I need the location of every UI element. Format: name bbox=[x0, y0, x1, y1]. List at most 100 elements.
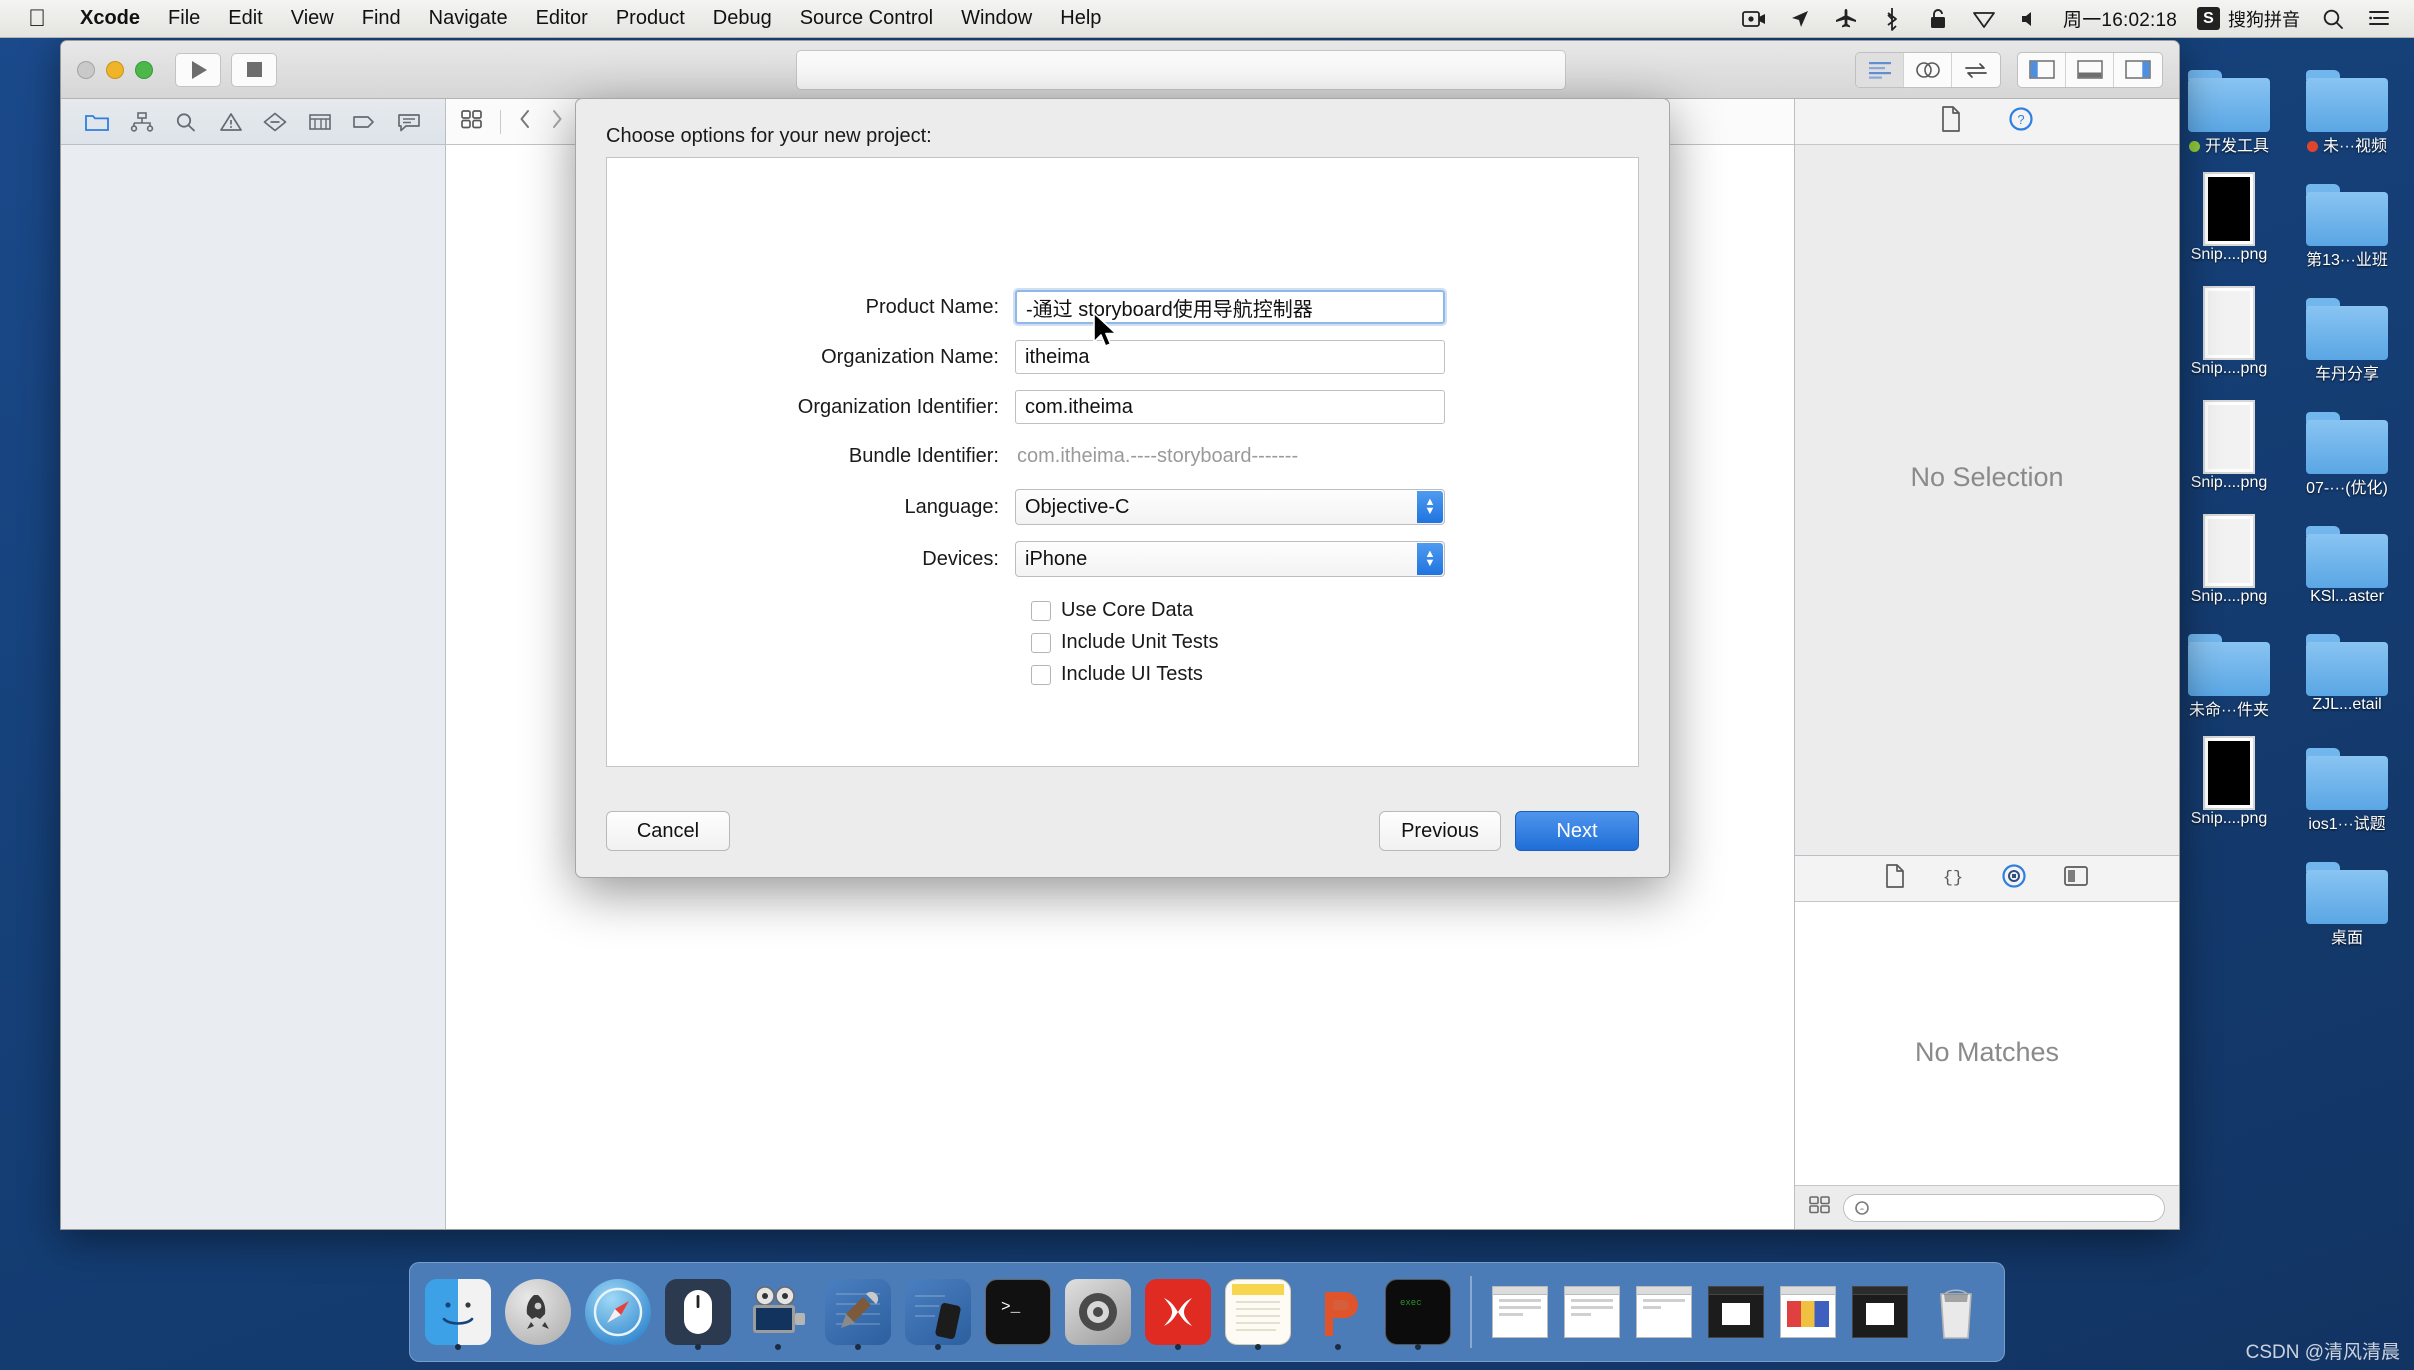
organization-name-input[interactable] bbox=[1015, 340, 1445, 374]
utilities-toggle-icon[interactable] bbox=[2114, 53, 2162, 87]
minimized-window[interactable] bbox=[1488, 1273, 1552, 1351]
dock-item-xmind[interactable] bbox=[1142, 1273, 1214, 1351]
previous-button[interactable]: Previous bbox=[1379, 811, 1501, 851]
grid-icon[interactable] bbox=[1809, 1195, 1831, 1220]
product-name-input[interactable] bbox=[1013, 288, 1447, 326]
menu-edit[interactable]: Edit bbox=[214, 7, 276, 30]
location-arrow-icon[interactable] bbox=[1787, 7, 1813, 31]
menu-window[interactable]: Window bbox=[947, 7, 1046, 30]
dock-item-xcode[interactable] bbox=[822, 1273, 894, 1351]
menu-navigate[interactable]: Navigate bbox=[415, 7, 522, 30]
issue-navigator-icon[interactable] bbox=[218, 109, 244, 135]
include-unit-tests-row[interactable]: Include Unit Tests bbox=[1031, 631, 1638, 654]
minimized-window[interactable] bbox=[1848, 1273, 1912, 1351]
include-unit-tests-checkbox[interactable] bbox=[1031, 632, 1051, 653]
library-search-input[interactable] bbox=[1843, 1193, 2165, 1222]
source-control-navigator-icon[interactable] bbox=[129, 109, 155, 135]
dock-item-notes[interactable] bbox=[1222, 1273, 1294, 1351]
airplane-icon[interactable] bbox=[1833, 7, 1859, 31]
find-navigator-icon[interactable] bbox=[173, 109, 199, 135]
debug-navigator-icon[interactable] bbox=[307, 109, 333, 135]
desktop-icon[interactable]: 第13···业班 bbox=[2288, 162, 2406, 276]
dock-item-system-preferences[interactable] bbox=[1062, 1273, 1134, 1351]
zoom-window-button[interactable] bbox=[135, 60, 153, 79]
run-button[interactable] bbox=[175, 52, 221, 87]
menu-xcode[interactable]: Xcode bbox=[66, 7, 154, 30]
quick-help-icon[interactable]: ? bbox=[2008, 106, 2034, 137]
cancel-button[interactable]: Cancel bbox=[606, 811, 730, 851]
dock-item-mouse-app[interactable] bbox=[662, 1273, 734, 1351]
dock-item-launchpad[interactable] bbox=[502, 1273, 574, 1351]
version-editor-icon[interactable] bbox=[1952, 53, 2000, 87]
menu-debug[interactable]: Debug bbox=[699, 7, 786, 30]
include-ui-tests-checkbox[interactable] bbox=[1031, 664, 1051, 685]
minimize-window-button[interactable] bbox=[106, 60, 124, 79]
chevron-right-icon[interactable] bbox=[549, 108, 565, 135]
input-method-indicator[interactable]: S 搜狗拼音 bbox=[2197, 6, 2300, 32]
desktop-icon[interactable]: KSl...aster bbox=[2288, 504, 2406, 612]
file-inspector-icon[interactable] bbox=[1940, 106, 1962, 137]
desktop-icon[interactable]: 07-···(优化) bbox=[2288, 390, 2406, 504]
chevron-left-icon[interactable] bbox=[517, 108, 533, 135]
lock-icon[interactable] bbox=[1925, 7, 1951, 31]
minimized-window[interactable] bbox=[1632, 1273, 1696, 1351]
include-ui-tests-row[interactable]: Include UI Tests bbox=[1031, 663, 1638, 686]
object-library-icon[interactable] bbox=[2001, 863, 2027, 894]
close-window-button[interactable] bbox=[77, 60, 95, 79]
desktop-icon[interactable]: 未命···件夹 bbox=[2170, 612, 2288, 726]
view-toggle-segment[interactable] bbox=[2017, 51, 2163, 88]
dock-item-postman[interactable] bbox=[1302, 1273, 1374, 1351]
menu-help[interactable]: Help bbox=[1046, 7, 1115, 30]
desktop-icon[interactable]: Snip....png bbox=[2170, 504, 2288, 612]
desktop-icon[interactable]: ios1···试题 bbox=[2288, 726, 2406, 840]
bluetooth-icon[interactable] bbox=[1879, 7, 1905, 31]
dock-item-terminal[interactable]: >_ bbox=[982, 1273, 1054, 1351]
project-navigator-icon[interactable] bbox=[84, 109, 110, 135]
menu-source-control[interactable]: Source Control bbox=[786, 7, 947, 30]
test-navigator-icon[interactable] bbox=[262, 109, 288, 135]
language-select[interactable]: Objective-C ▲ ▼ bbox=[1015, 489, 1445, 525]
menu-product[interactable]: Product bbox=[602, 7, 699, 30]
desktop-icon[interactable]: 开发工具 bbox=[2170, 48, 2288, 162]
navigator-toggle-icon[interactable] bbox=[2018, 52, 2066, 87]
desktop-icon[interactable]: 车丹分享 bbox=[2288, 276, 2406, 390]
search-icon[interactable] bbox=[2320, 7, 2346, 31]
minimized-window[interactable] bbox=[1776, 1273, 1840, 1351]
dock-item-quicktime[interactable] bbox=[742, 1273, 814, 1351]
desktop-icon[interactable]: Snip....png bbox=[2170, 276, 2288, 390]
report-navigator-icon[interactable] bbox=[396, 109, 422, 135]
related-items-icon[interactable] bbox=[460, 108, 484, 135]
file-template-library-icon[interactable] bbox=[1885, 864, 1905, 893]
code-snippet-library-icon[interactable]: {} bbox=[1941, 864, 1965, 893]
menu-view[interactable]: View bbox=[277, 7, 348, 30]
menu-editor[interactable]: Editor bbox=[522, 7, 602, 30]
breakpoint-navigator-icon[interactable] bbox=[351, 109, 377, 135]
devices-select[interactable]: iPhone ▲ ▼ bbox=[1015, 541, 1445, 577]
dropbox-icon[interactable] bbox=[1971, 7, 1997, 31]
debug-area-toggle-icon[interactable] bbox=[2066, 52, 2114, 87]
dock-item-safari[interactable] bbox=[582, 1273, 654, 1351]
dock-item-finder[interactable] bbox=[422, 1273, 494, 1351]
menu-find[interactable]: Find bbox=[348, 7, 415, 30]
desktop-icon[interactable]: Snip....png bbox=[2170, 162, 2288, 276]
desktop-icon[interactable]: 桌面 bbox=[2288, 840, 2406, 954]
desktop-icon[interactable]: Snip....png bbox=[2170, 726, 2288, 840]
media-library-icon[interactable] bbox=[2063, 865, 2089, 892]
stop-button[interactable] bbox=[231, 52, 277, 87]
organization-identifier-input[interactable] bbox=[1015, 390, 1445, 424]
editor-mode-segment[interactable] bbox=[1855, 51, 2001, 88]
project-navigator-panel[interactable] bbox=[61, 145, 446, 1229]
minimized-window[interactable] bbox=[1704, 1273, 1768, 1351]
volume-icon[interactable] bbox=[2017, 7, 2043, 31]
screen-recording-icon[interactable] bbox=[1741, 7, 1767, 31]
desktop-icon[interactable]: Snip....png bbox=[2170, 390, 2288, 504]
next-button[interactable]: Next bbox=[1515, 811, 1639, 851]
menu-file[interactable]: File bbox=[154, 7, 214, 30]
dock-item-simulator[interactable] bbox=[902, 1273, 974, 1351]
minimized-window[interactable] bbox=[1560, 1273, 1624, 1351]
desktop-icon[interactable]: 未···视频 bbox=[2288, 48, 2406, 162]
dock-item-trash[interactable] bbox=[1920, 1273, 1992, 1351]
use-core-data-row[interactable]: Use Core Data bbox=[1031, 599, 1638, 622]
apple-logo-icon[interactable]:  bbox=[0, 6, 66, 31]
menubar-clock[interactable]: 周一16:02:18 bbox=[2063, 5, 2177, 32]
